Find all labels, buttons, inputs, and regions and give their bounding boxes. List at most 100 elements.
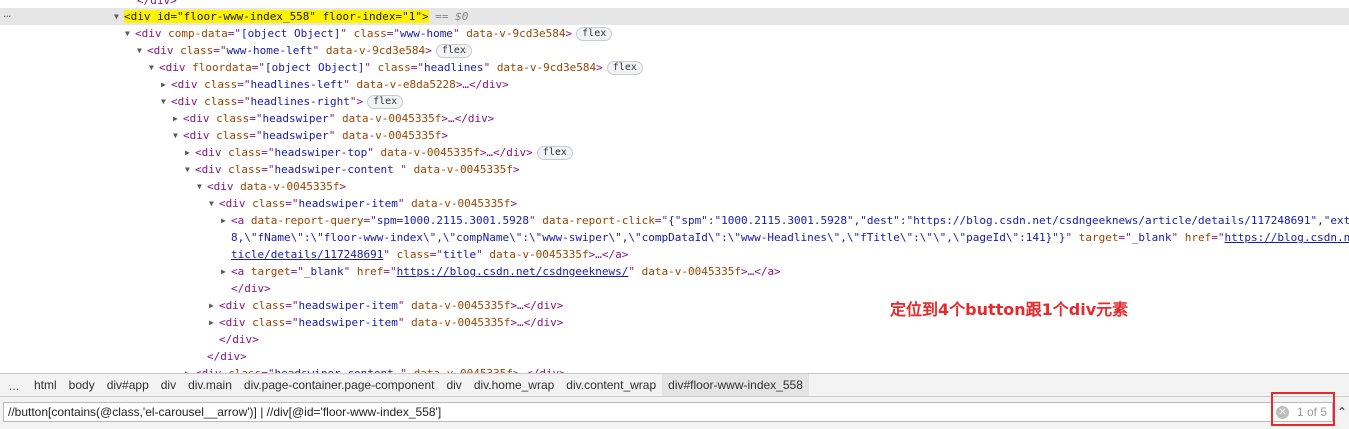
tree-node[interactable]: ▶<div class="headswiper-content " data-v…	[0, 365, 1349, 373]
tree-token: data-v-0045335f	[240, 180, 340, 193]
expand-down-icon[interactable]: ▼	[197, 178, 207, 195]
tree-node[interactable]: </div>	[0, 348, 1349, 365]
tree-node[interactable]: ▼ <div class="headswiper-item" data-v-004…	[0, 195, 1349, 212]
tree-token: ">	[349, 95, 364, 108]
tree-node[interactable]: ▶ <a target="_blank" href="https://blog.c…	[0, 263, 1349, 280]
expand-down-icon[interactable]: ▼	[114, 8, 124, 25]
expand-down-icon[interactable]: ▼	[173, 127, 183, 144]
tree-token: class	[252, 197, 286, 210]
tree-link[interactable]: https://blog.csdn.net/csdngeeknews/ar	[1224, 231, 1349, 244]
breadcrumb-item[interactable]: body	[63, 374, 101, 396]
tree-token: data-v-0045335f	[411, 197, 511, 210]
tree-token: >	[512, 163, 520, 176]
tree-token: <div	[135, 27, 169, 40]
breadcrumb-item[interactable]: div	[440, 374, 467, 396]
tree-node[interactable]: ▼ <div data-v-0045335f>	[0, 178, 1349, 195]
breadcrumb-item[interactable]: div	[155, 374, 182, 396]
breadcrumb-overflow-icon[interactable]: ...	[0, 378, 28, 393]
expand-right-icon[interactable]: ▶	[209, 297, 219, 314]
tree-token: == $0	[428, 10, 469, 23]
chevron-up-icon[interactable]: ⌃	[1337, 403, 1347, 421]
breadcrumb-item[interactable]: div#app	[101, 374, 155, 396]
tree-link[interactable]: ticle/details/117248691	[231, 248, 383, 261]
expand-right-icon[interactable]: ▶	[161, 76, 171, 93]
tree-token: "	[1065, 231, 1079, 244]
tree-token: ="	[1118, 231, 1132, 244]
flex-badge[interactable]: flex	[367, 95, 404, 109]
tree-node[interactable]: ▶ <div class="headlines-left" data-v-e8da…	[0, 76, 1349, 93]
expand-down-icon[interactable]: ▼	[125, 25, 135, 42]
tree-node[interactable]: ▼ <div class="headlines-right"> flex	[0, 93, 1349, 110]
breadcrumb-item[interactable]: div.main	[182, 374, 238, 396]
tree-token: headswiper-item	[298, 299, 398, 312]
tree-token: <div	[183, 129, 217, 142]
tree-node[interactable]: ▶ <a data-report-query="spm=1000.2115.300…	[0, 212, 1349, 229]
breadcrumb-item[interactable]: div.content_wrap	[560, 374, 662, 396]
expand-right-icon[interactable]: ▶	[209, 314, 219, 331]
flex-badge[interactable]: flex	[536, 146, 573, 160]
tree-node[interactable]: ▶ <div class="headswiper" data-v-0045335f…	[0, 110, 1349, 127]
tree-node[interactable]: ▼ <div comp-data="[object Object]" class=…	[0, 25, 1349, 42]
tree-node[interactable]: </div>	[0, 280, 1349, 297]
more-options-icon[interactable]: ...	[3, 5, 11, 22]
flex-badge[interactable]: flex	[606, 61, 643, 75]
expand-right-icon[interactable]: ▶	[221, 263, 231, 280]
tree-node[interactable]: ▼ <div class="headswiper" data-v-0045335f…	[0, 127, 1349, 144]
tree-token: class	[204, 78, 238, 91]
tree-token: <a	[231, 265, 251, 278]
tree-token: <div	[219, 197, 253, 210]
tree-node[interactable]: ticle/details/117248691" class="title" d…	[0, 246, 1349, 263]
tree-node[interactable]: ▼ <div class="headswiper-content " data-v…	[0, 161, 1349, 178]
expand-right-icon[interactable]: ▶	[221, 212, 231, 229]
tree-token: data-v-0045335f	[641, 265, 742, 278]
expand-down-icon[interactable]: ▼	[149, 59, 159, 76]
tree-node[interactable]: ▶ <div class="headswiper-item" data-v-004…	[0, 314, 1349, 331]
expand-right-icon[interactable]: ▶	[173, 110, 183, 127]
flex-badge[interactable]: flex	[576, 27, 613, 41]
breadcrumb-item[interactable]: div.home_wrap	[468, 374, 560, 396]
breadcrumb-item[interactable]: div.page-container.page-component	[238, 374, 441, 396]
tree-node[interactable]: </div>	[0, 331, 1349, 348]
tree-token: data-v-e8da5228	[356, 78, 456, 91]
expand-down-icon[interactable]: ▼	[137, 42, 147, 59]
expand-right-icon[interactable]: ▶	[185, 144, 195, 161]
tree-token: "	[328, 129, 342, 142]
tree-token: >…</div>	[441, 112, 495, 125]
tree-token: headswiper-item	[298, 197, 398, 210]
tree-token: ="	[249, 129, 263, 142]
breadcrumb-item[interactable]: div#floor-www-index_558	[662, 374, 809, 396]
tree-token: "	[343, 78, 357, 91]
tree-token: class	[228, 163, 262, 176]
tree-token: class	[228, 146, 262, 159]
tree-token: headswiper-top	[274, 146, 368, 159]
tree-node[interactable]: ▶ <div class="headswiper-item" data-v-004…	[0, 297, 1349, 314]
expand-right-icon[interactable]: ▶	[185, 365, 195, 373]
search-input[interactable]: //button[contains(@class,'el-carousel__a…	[3, 402, 1333, 422]
tree-node[interactable]: ▼ <div class="www-home-left" data-v-9cd3e…	[0, 42, 1349, 59]
expand-down-icon[interactable]: ▼	[209, 195, 219, 212]
tree-node[interactable]: ▼ <div floordata="[object Object]" class=…	[0, 59, 1349, 76]
tree-token: >	[339, 180, 347, 193]
search-bar: //button[contains(@class,'el-carousel__a…	[0, 397, 1349, 429]
tree-token: "	[383, 248, 397, 261]
tree-token: </div>	[231, 282, 271, 295]
tree-token: _blank	[303, 265, 344, 278]
tree-node[interactable]: ▶ <div class="headswiper-top" data-v-0045…	[0, 144, 1349, 161]
flex-badge[interactable]: flex	[435, 44, 472, 58]
tree-token: class	[180, 44, 214, 57]
tree-node[interactable]: 8,\"fName\":\"floor-www-index\",\"compNa…	[0, 229, 1349, 246]
tree-token: ="	[429, 248, 443, 261]
tree-node-selected[interactable]: ... ▼ <div id="floor-www-index_558" floor-…	[0, 5, 1349, 25]
tree-token: headlines	[423, 61, 484, 74]
breadcrumb-item[interactable]: html	[28, 374, 63, 396]
tree-token: "	[397, 316, 412, 329]
tree-link[interactable]: https://blog.csdn.net/csdngeeknews/	[397, 265, 629, 278]
expand-down-icon[interactable]: ▼	[161, 93, 171, 110]
tree-token: data-report-query	[250, 214, 364, 227]
expand-down-icon[interactable]: ▼	[185, 161, 195, 178]
tree-token: <div	[219, 316, 253, 329]
tree-token: "	[452, 27, 467, 40]
tree-token: _blank	[1131, 231, 1172, 244]
tree-token: class	[216, 112, 250, 125]
tree-token: ="	[251, 61, 265, 74]
